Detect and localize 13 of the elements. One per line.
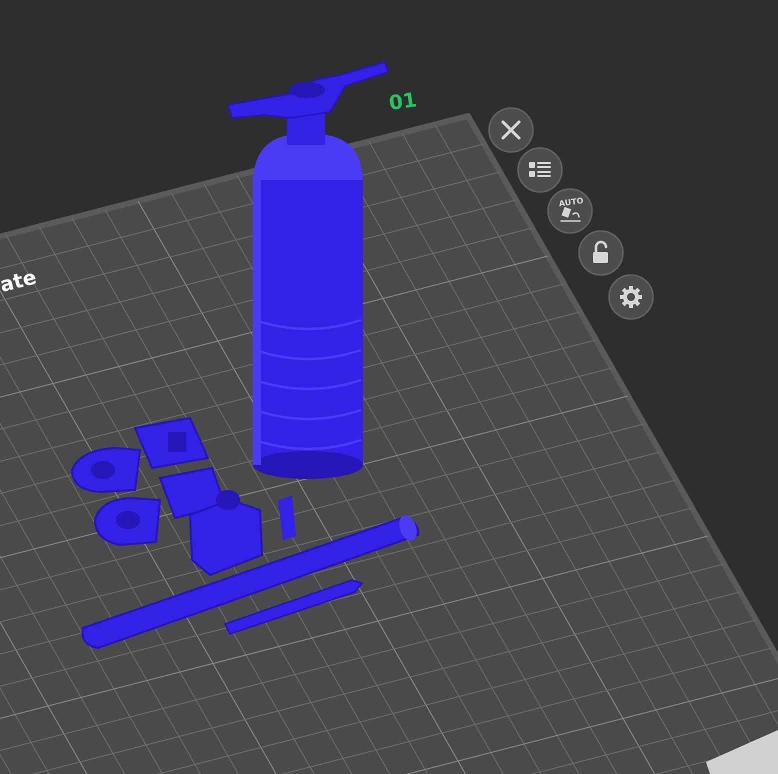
settings-icon xyxy=(620,286,642,308)
close-button[interactable] xyxy=(488,107,534,153)
lock-icon xyxy=(593,240,608,263)
plate-number: 01 xyxy=(387,87,418,115)
settings-button[interactable] xyxy=(608,274,654,320)
list-icon xyxy=(529,162,551,177)
arrange-icon xyxy=(560,206,581,222)
auto-arrange-button[interactable]: AUTO xyxy=(547,188,593,234)
close-icon xyxy=(502,120,520,140)
plate-name: ate xyxy=(0,264,39,297)
plate-label xyxy=(706,730,778,774)
object-list-button[interactable] xyxy=(517,147,563,193)
lock-button[interactable] xyxy=(578,230,624,276)
